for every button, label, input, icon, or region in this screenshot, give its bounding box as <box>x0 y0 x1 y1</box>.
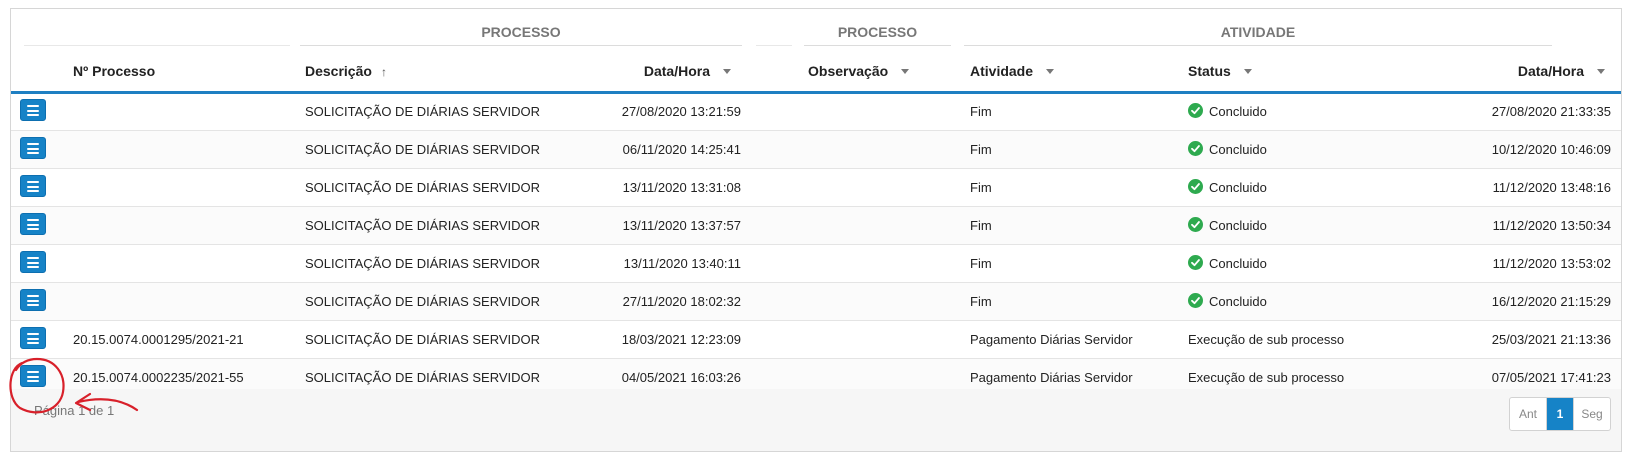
column-header-numero[interactable]: Nº Processo <box>73 51 155 91</box>
row-menu-button[interactable] <box>20 289 46 311</box>
sort-caret-icon <box>1597 68 1605 74</box>
status-label: Execução de sub processo <box>1188 332 1345 347</box>
row-menu-button[interactable] <box>20 365 46 387</box>
group-header-blank-2 <box>756 19 792 46</box>
check-circle-icon <box>1188 103 1203 119</box>
cell-descricao: SOLICITAÇÃO DE DIÁRIAS SERVIDOR <box>305 104 541 119</box>
row-menu-button[interactable] <box>20 213 46 235</box>
check-circle-icon <box>1188 217 1203 233</box>
sort-caret-icon <box>723 68 731 74</box>
group-header-atividade: ATIVIDADE <box>964 19 1552 46</box>
status-label: Concluido <box>1209 142 1267 157</box>
cell-data-hora-atividade: 11/12/2020 13:50:34 <box>1492 218 1611 233</box>
cell-status: Concluido <box>1188 131 1267 168</box>
group-header-processo-2: PROCESSO <box>804 19 951 46</box>
check-circle-icon <box>1188 179 1203 195</box>
cell-atividade: Fim <box>970 218 992 233</box>
cell-status: Concluido <box>1188 207 1267 244</box>
check-circle-icon <box>1188 141 1203 157</box>
column-header-observacao-label: Observação <box>808 63 889 79</box>
current-page-button[interactable]: 1 <box>1547 398 1574 430</box>
cell-atividade: Fim <box>970 180 992 195</box>
column-header-data-hora-label: Data/Hora <box>643 63 710 79</box>
status-label: Execução de sub processo <box>1188 370 1345 385</box>
sort-ascending-icon: ↑ <box>380 65 387 79</box>
status-label: Concluido <box>1209 294 1267 309</box>
column-header-descricao-label: Descrição <box>305 63 372 79</box>
cell-descricao: SOLICITAÇÃO DE DIÁRIAS SERVIDOR <box>305 332 541 347</box>
column-header-data-hora-atividade-label: Data/Hora <box>1517 63 1584 79</box>
cell-data-hora-atividade: 25/03/2021 21:13:36 <box>1491 332 1611 347</box>
status-label: Concluido <box>1209 104 1267 119</box>
status-label: Concluido <box>1209 256 1267 271</box>
grid-footer: Página 1 de 1 Ant 1 Seg <box>11 389 1621 451</box>
cell-descricao: SOLICITAÇÃO DE DIÁRIAS SERVIDOR <box>305 180 541 195</box>
cell-data-hora: 27/11/2020 18:02:32 <box>622 294 741 309</box>
sort-caret-icon <box>901 68 910 74</box>
status-label: Concluido <box>1209 218 1267 233</box>
table-row[interactable]: SOLICITAÇÃO DE DIÁRIAS SERVIDOR 27/08/202… <box>11 93 1621 131</box>
cell-atividade: Fim <box>970 256 992 271</box>
cell-status: Concluido <box>1188 93 1267 130</box>
cell-descricao: SOLICITAÇÃO DE DIÁRIAS SERVIDOR <box>305 294 541 309</box>
row-menu-button[interactable] <box>20 99 46 121</box>
column-header-row: Nº Processo Descrição ↑ Data/Hora Observa… <box>11 51 1621 94</box>
cell-data-hora: 27/08/2020 13:21:59 <box>621 104 741 119</box>
cell-data-hora-atividade: 16/12/2020 21:15:29 <box>1491 294 1611 309</box>
column-header-observacao[interactable]: Observação <box>808 51 910 91</box>
previous-page-button[interactable]: Ant <box>1510 398 1547 430</box>
cell-descricao: SOLICITAÇÃO DE DIÁRIAS SERVIDOR <box>305 218 541 233</box>
column-header-atividade[interactable]: Atividade <box>970 51 1055 91</box>
table-row[interactable]: SOLICITAÇÃO DE DIÁRIAS SERVIDOR 13/11/202… <box>11 207 1621 245</box>
group-header-blank <box>24 19 290 46</box>
process-grid-panel: PROCESSO PROCESSO ATIVIDADE Nº Processo … <box>10 8 1622 452</box>
column-header-data-hora[interactable]: Data/Hora <box>644 51 731 91</box>
column-header-numero-label: Nº Processo <box>73 63 156 79</box>
sort-caret-icon <box>1243 68 1252 74</box>
cell-descricao: SOLICITAÇÃO DE DIÁRIAS SERVIDOR <box>305 256 541 271</box>
cell-status: Concluido <box>1188 283 1267 320</box>
column-header-atividade-label: Atividade <box>970 63 1034 79</box>
table-row[interactable]: 20.15.0074.0001295/2021-21 SOLICITAÇÃO DE… <box>11 321 1621 359</box>
column-header-status[interactable]: Status <box>1188 51 1252 91</box>
cell-atividade: Fim <box>970 142 992 157</box>
row-menu-button[interactable] <box>20 327 46 349</box>
cell-descricao: SOLICITAÇÃO DE DIÁRIAS SERVIDOR <box>305 142 541 157</box>
table-row[interactable]: SOLICITAÇÃO DE DIÁRIAS SERVIDOR 13/11/202… <box>11 169 1621 207</box>
pagination: Ant 1 Seg <box>1509 397 1611 431</box>
column-header-data-hora-atividade[interactable]: Data/Hora <box>1518 51 1605 91</box>
check-circle-icon <box>1188 293 1203 309</box>
cell-data-hora-atividade: 27/08/2020 21:33:35 <box>1491 104 1611 119</box>
cell-atividade: Fim <box>970 294 992 309</box>
cell-data-hora: 06/11/2020 14:25:41 <box>622 142 741 157</box>
column-header-descricao[interactable]: Descrição ↑ <box>305 51 387 91</box>
row-menu-button[interactable] <box>20 175 46 197</box>
cell-data-hora-atividade: 11/12/2020 13:53:02 <box>1492 256 1611 271</box>
cell-data-hora: 13/11/2020 13:40:11 <box>623 256 741 271</box>
row-menu-button[interactable] <box>20 251 46 273</box>
cell-data-hora: 18/03/2021 12:23:09 <box>621 332 741 347</box>
sort-caret-icon <box>1046 68 1055 74</box>
cell-numero: 20.15.0074.0001295/2021-21 <box>73 332 244 347</box>
table-row[interactable]: SOLICITAÇÃO DE DIÁRIAS SERVIDOR 27/11/202… <box>11 283 1621 321</box>
column-header-status-label: Status <box>1188 63 1231 79</box>
page-info: Página 1 de 1 <box>34 403 115 418</box>
cell-data-hora: 13/11/2020 13:31:08 <box>622 180 741 195</box>
table-row[interactable]: SOLICITAÇÃO DE DIÁRIAS SERVIDOR 13/11/202… <box>11 245 1621 283</box>
row-menu-button[interactable] <box>20 137 46 159</box>
next-page-button[interactable]: Seg <box>1574 398 1610 430</box>
cell-status: Execução de sub processo <box>1188 321 1344 358</box>
status-label: Concluido <box>1209 180 1267 195</box>
cell-status: Concluido <box>1188 245 1267 282</box>
cell-data-hora: 13/11/2020 13:37:57 <box>622 218 741 233</box>
cell-status: Concluido <box>1188 169 1267 206</box>
group-header-processo: PROCESSO <box>300 19 742 46</box>
table-row[interactable]: SOLICITAÇÃO DE DIÁRIAS SERVIDOR 06/11/202… <box>11 131 1621 169</box>
cell-data-hora-atividade: 11/12/2020 13:48:16 <box>1492 180 1611 195</box>
cell-atividade: Fim <box>970 104 992 119</box>
cell-atividade: Pagamento Diárias Servidor <box>970 332 1133 347</box>
cell-data-hora-atividade: 10/12/2020 10:46:09 <box>1491 142 1611 157</box>
check-circle-icon <box>1188 255 1203 271</box>
